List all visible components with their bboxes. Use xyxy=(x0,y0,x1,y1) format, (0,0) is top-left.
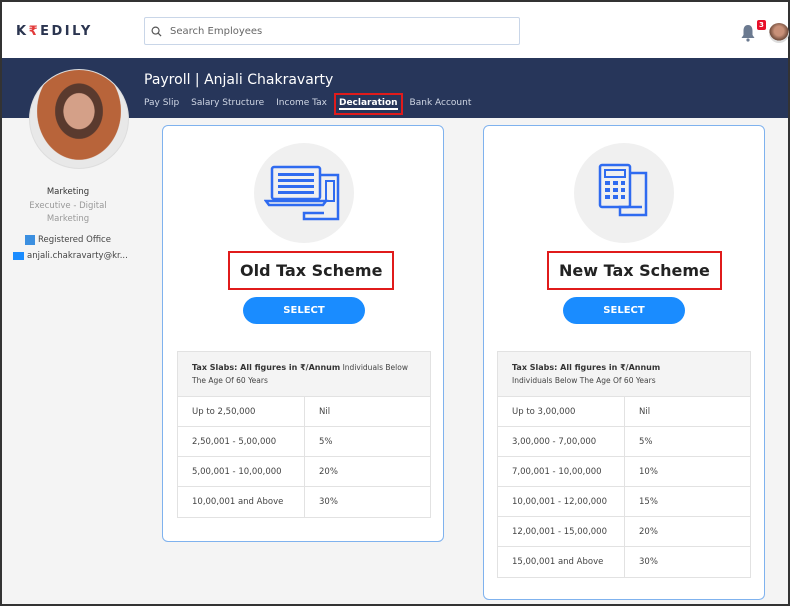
search-input[interactable]: Search Employees xyxy=(144,17,520,45)
table-row: 5,00,001 - 10,00,000 20% xyxy=(178,457,430,487)
new-tax-slabs-table: Tax Slabs: All figures in ₹/Annum Individ… xyxy=(497,351,751,578)
table-row: Up to 3,00,000 Nil xyxy=(498,397,750,427)
user-avatar[interactable] xyxy=(769,23,789,43)
tab-bank-account[interactable]: Bank Account xyxy=(410,98,472,110)
slab-range: 15,00,001 and Above xyxy=(498,547,625,577)
table-row: 10,00,001 - 12,00,000 15% xyxy=(498,487,750,517)
slab-rate: 15% xyxy=(639,496,658,507)
slab-range: Up to 2,50,000 xyxy=(178,397,305,426)
slab-subheader: Individuals Below The Age Of 60 Years xyxy=(512,376,656,385)
table-row: 2,50,001 - 5,00,000 5% xyxy=(178,427,430,457)
slab-rate: 10% xyxy=(639,466,658,477)
notification-badge: 3 xyxy=(757,20,766,30)
table-row: 15,00,001 and Above 30% xyxy=(498,547,750,577)
email-info: anjali.chakravarty@kr... xyxy=(13,251,128,261)
search-icon xyxy=(151,26,162,37)
laptop-receipt-icon xyxy=(254,143,354,243)
profile-department: Marketing xyxy=(46,187,90,197)
office-label: Registered Office xyxy=(38,235,111,245)
table-row: 7,00,001 - 10,00,000 10% xyxy=(498,457,750,487)
new-tax-scheme-title: New Tax Scheme xyxy=(547,251,722,290)
slab-range: 12,00,001 - 15,00,000 xyxy=(498,517,625,546)
mail-icon xyxy=(13,252,24,260)
table-row: 12,00,001 - 15,00,000 20% xyxy=(498,517,750,547)
slab-rate: 30% xyxy=(319,497,338,507)
slab-rate: Nil xyxy=(639,406,651,417)
slab-rate: 5% xyxy=(319,436,333,447)
table-header: Tax Slabs: All figures in ₹/Annum Indivi… xyxy=(178,352,430,397)
select-old-scheme-button[interactable]: SELECT xyxy=(243,297,365,324)
table-header: Tax Slabs: All figures in ₹/Annum Individ… xyxy=(498,352,750,397)
table-row: 3,00,000 - 7,00,000 5% xyxy=(498,427,750,457)
tab-declaration[interactable]: Declaration xyxy=(334,93,403,115)
tab-bar: Pay Slip Salary Structure Income Tax Dec… xyxy=(144,93,472,115)
select-new-scheme-button[interactable]: SELECT xyxy=(563,297,685,324)
slab-header: Tax Slabs: All figures in ₹/Annum xyxy=(192,363,341,372)
kredily-logo[interactable]: K₹EDILY xyxy=(16,24,93,39)
top-bar: K₹EDILY Search Employees 3 xyxy=(2,2,789,58)
bell-icon[interactable] xyxy=(740,24,756,42)
office-info: Registered Office xyxy=(25,235,111,245)
slab-range: 3,00,000 - 7,00,000 xyxy=(498,427,625,456)
old-tax-scheme-title: Old Tax Scheme xyxy=(228,251,395,290)
tab-salary-structure[interactable]: Salary Structure xyxy=(191,98,264,110)
table-row: 10,00,001 and Above 30% xyxy=(178,487,430,517)
slab-rate: 20% xyxy=(639,526,658,537)
slab-header: Tax Slabs: All figures in ₹/Annum xyxy=(512,363,661,372)
slab-rate: 20% xyxy=(319,466,338,477)
slab-rate: 5% xyxy=(639,436,653,447)
profile-role: Executive - Digital Marketing xyxy=(29,201,107,224)
profile-photo xyxy=(29,69,129,169)
slab-range: 10,00,001 and Above xyxy=(178,487,305,517)
slab-range: 5,00,001 - 10,00,000 xyxy=(178,457,305,486)
slab-range: 2,50,001 - 5,00,000 xyxy=(178,427,305,456)
old-tax-slabs-table: Tax Slabs: All figures in ₹/Annum Indivi… xyxy=(177,351,431,518)
slab-range: 10,00,001 - 12,00,000 xyxy=(498,487,625,516)
email-label[interactable]: anjali.chakravarty@kr... xyxy=(27,251,128,261)
search-placeholder: Search Employees xyxy=(170,25,263,37)
tab-income-tax[interactable]: Income Tax xyxy=(276,98,327,110)
building-icon xyxy=(25,235,35,245)
calculator-receipt-icon xyxy=(574,143,674,243)
slab-rate: 30% xyxy=(639,557,658,567)
page-title: Payroll | Anjali Chakravarty xyxy=(144,72,334,88)
table-row: Up to 2,50,000 Nil xyxy=(178,397,430,427)
slab-rate: Nil xyxy=(319,406,331,417)
slab-range: Up to 3,00,000 xyxy=(498,397,625,426)
slab-range: 7,00,001 - 10,00,000 xyxy=(498,457,625,486)
tab-pay-slip[interactable]: Pay Slip xyxy=(144,98,179,110)
